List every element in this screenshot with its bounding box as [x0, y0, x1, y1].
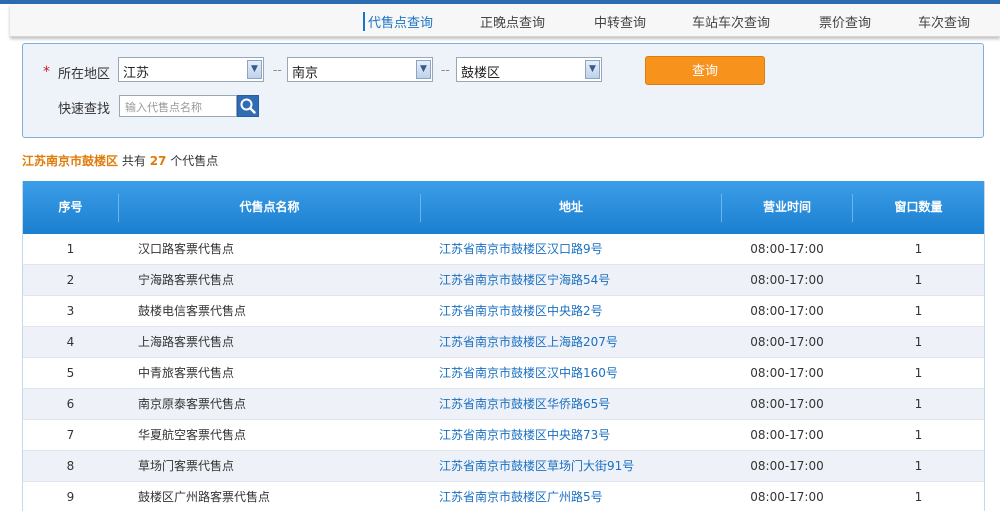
- search-button[interactable]: [237, 95, 259, 117]
- header-address: 地址: [558, 200, 583, 214]
- table-row: 3 鼓楼电信客票代售点 江苏省南京市鼓楼区中央路2号 08:00-17:00 1: [23, 296, 984, 327]
- cell-windows: 1: [914, 273, 923, 287]
- province-value: 江苏: [123, 66, 150, 81]
- cell-name: 华夏航空客票代售点: [138, 428, 247, 442]
- separator: --: [441, 63, 450, 77]
- cell-windows: 1: [914, 459, 923, 473]
- cell-windows: 1: [914, 335, 923, 349]
- cell-hours: 08:00-17:00: [750, 242, 824, 256]
- city-select[interactable]: 南京 ▼: [287, 57, 433, 82]
- tab-station-train-query[interactable]: 车站车次查询: [692, 12, 770, 31]
- table-row: 9 鼓楼区广州路客票代售点 江苏省南京市鼓楼区广州路5号 08:00-17:00…: [23, 482, 984, 511]
- cell-number: 5: [66, 366, 75, 380]
- tab-punctuality-query[interactable]: 正晚点查询: [480, 12, 545, 31]
- cell-name: 南京原泰客票代售点: [138, 397, 247, 411]
- quick-search-input[interactable]: 输入代售点名称: [119, 95, 237, 117]
- cell-number: 7: [66, 428, 75, 442]
- table-row: 6 南京原泰客票代售点 江苏省南京市鼓楼区华侨路65号 08:00-17:00 …: [23, 389, 984, 420]
- cell-windows: 1: [914, 242, 923, 256]
- cell-number: 4: [66, 335, 75, 349]
- cell-name: 宁海路客票代售点: [138, 273, 235, 287]
- cell-hours: 08:00-17:00: [750, 366, 824, 380]
- required-mark: *: [43, 64, 50, 80]
- search-icon: [240, 98, 256, 114]
- cell-windows: 1: [914, 304, 923, 318]
- summary-region: 江苏南京市鼓楼区: [22, 154, 119, 168]
- cell-address-link[interactable]: 江苏省南京市鼓楼区草场门大街91号: [439, 451, 634, 481]
- tab-transfer-query[interactable]: 中转查询: [594, 12, 646, 31]
- cell-number: 6: [66, 397, 75, 411]
- header-windows: 窗口数量: [894, 200, 943, 214]
- cell-hours: 08:00-17:00: [750, 335, 824, 349]
- cell-name: 汉口路客票代售点: [138, 242, 235, 256]
- summary-count: 27: [149, 154, 167, 168]
- cell-number: 8: [66, 459, 75, 473]
- quick-search-label: 快速查找: [58, 102, 111, 117]
- cell-number: 3: [66, 304, 75, 318]
- chevron-down-icon: ▼: [247, 60, 262, 79]
- table-header: 序号 代售点名称 地址 营业时间 窗口数量: [23, 181, 984, 234]
- cell-address-link[interactable]: 江苏省南京市鼓楼区中央路73号: [439, 420, 610, 450]
- cell-address-link[interactable]: 江苏省南京市鼓楼区汉口路9号: [439, 234, 603, 264]
- header-number: 序号: [58, 200, 83, 214]
- cell-number: 2: [66, 273, 75, 287]
- header-name: 代售点名称: [239, 200, 300, 214]
- table-row: 5 中青旅客票代售点 江苏省南京市鼓楼区汉中路160号 08:00-17:00 …: [23, 358, 984, 389]
- separator: --: [273, 63, 282, 77]
- summary-prefix: 共有: [121, 154, 146, 168]
- cell-hours: 08:00-17:00: [750, 273, 824, 287]
- cell-hours: 08:00-17:00: [750, 459, 824, 473]
- cell-name: 上海路客票代售点: [138, 335, 235, 349]
- chevron-down-icon: ▼: [416, 60, 431, 79]
- cell-hours: 08:00-17:00: [750, 397, 824, 411]
- cell-windows: 1: [914, 428, 923, 442]
- district-select[interactable]: 鼓楼区 ▼: [456, 57, 602, 82]
- cell-hours: 08:00-17:00: [750, 490, 824, 504]
- district-value: 鼓楼区: [461, 66, 501, 81]
- top-nav: 代售点查询 正晚点查询 中转查询 车站车次查询 票价查询 车次查询: [10, 4, 1000, 37]
- cell-name: 中青旅客票代售点: [138, 366, 235, 380]
- agency-table: 序号 代售点名称 地址 营业时间 窗口数量 1 汉口路客票代售点 江苏省南京市鼓…: [22, 181, 985, 511]
- tab-agency-query[interactable]: 代售点查询: [363, 12, 433, 31]
- result-summary: 江苏南京市鼓楼区 共有 27 个代售点: [22, 152, 218, 169]
- table-row: 4 上海路客票代售点 江苏省南京市鼓楼区上海路207号 08:00-17:00 …: [23, 327, 984, 358]
- cell-windows: 1: [914, 397, 923, 411]
- cell-name: 草场门客票代售点: [138, 459, 235, 473]
- table-row: 2 宁海路客票代售点 江苏省南京市鼓楼区宁海路54号 08:00-17:00 1: [23, 265, 984, 296]
- tab-fare-query[interactable]: 票价查询: [819, 12, 871, 31]
- cell-address-link[interactable]: 江苏省南京市鼓楼区华侨路65号: [439, 389, 610, 419]
- cell-address-link[interactable]: 江苏省南京市鼓楼区上海路207号: [439, 327, 618, 357]
- table-row: 8 草场门客票代售点 江苏省南京市鼓楼区草场门大街91号 08:00-17:00…: [23, 451, 984, 482]
- search-panel: * 所在地区 江苏 ▼ -- 南京 ▼ -- 鼓楼区 ▼ 查询 快速查找 输入代…: [22, 43, 984, 138]
- header-hours: 营业时间: [762, 200, 811, 214]
- cell-number: 9: [66, 490, 75, 504]
- query-button[interactable]: 查询: [645, 56, 765, 85]
- cell-name: 鼓楼区广州路客票代售点: [138, 490, 271, 504]
- summary-suffix: 个代售点: [170, 154, 219, 168]
- province-select[interactable]: 江苏 ▼: [118, 57, 264, 82]
- region-label: 所在地区: [58, 67, 111, 82]
- cell-windows: 1: [914, 366, 923, 380]
- cell-windows: 1: [914, 490, 923, 504]
- table-row: 1 汉口路客票代售点 江苏省南京市鼓楼区汉口路9号 08:00-17:00 1: [23, 234, 984, 265]
- tab-train-query[interactable]: 车次查询: [918, 12, 970, 31]
- cell-address-link[interactable]: 江苏省南京市鼓楼区广州路5号: [439, 482, 603, 511]
- cell-number: 1: [66, 242, 75, 256]
- cell-hours: 08:00-17:00: [750, 304, 824, 318]
- cell-hours: 08:00-17:00: [750, 428, 824, 442]
- cell-address-link[interactable]: 江苏省南京市鼓楼区汉中路160号: [439, 358, 618, 388]
- cell-name: 鼓楼电信客票代售点: [138, 304, 247, 318]
- table-row: 7 华夏航空客票代售点 江苏省南京市鼓楼区中央路73号 08:00-17:00 …: [23, 420, 984, 451]
- cell-address-link[interactable]: 江苏省南京市鼓楼区宁海路54号: [439, 265, 610, 295]
- chevron-down-icon: ▼: [585, 60, 600, 79]
- city-value: 南京: [292, 66, 319, 81]
- cell-address-link[interactable]: 江苏省南京市鼓楼区中央路2号: [439, 296, 603, 326]
